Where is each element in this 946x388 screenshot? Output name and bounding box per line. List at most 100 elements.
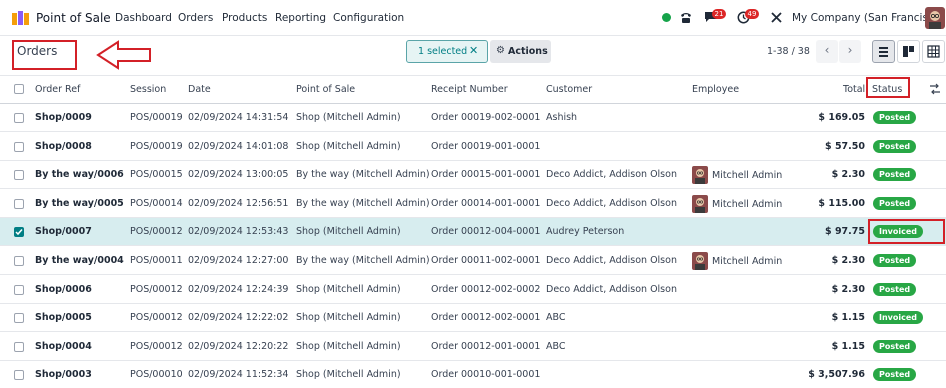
kanban-view-icon[interactable] xyxy=(897,40,920,63)
chevron-right-icon[interactable]: › xyxy=(839,40,861,63)
select-all-checkbox[interactable] xyxy=(14,84,24,94)
status-badge: Posted xyxy=(873,340,917,353)
selected-count: 1 selected xyxy=(418,46,468,57)
cell-total: $ 1.15 xyxy=(831,341,865,352)
menu-dashboard[interactable]: Dashboard xyxy=(115,12,172,24)
cell-point-of-sale: Shop (Mitchell Admin) xyxy=(296,341,401,352)
cell-total: $ 2.30 xyxy=(831,284,865,295)
col-employee[interactable]: Employee xyxy=(692,84,739,95)
activities-badge: 49 xyxy=(745,9,759,19)
cell-receipt-number: Order 00011-002-0001 xyxy=(431,255,541,266)
row-checkbox[interactable] xyxy=(14,170,24,180)
cell-session: POS/00019 xyxy=(130,141,183,152)
cell-date: 02/09/2024 14:01:08 xyxy=(188,141,289,152)
top-navbar: Point of Sale Dashboard Orders Products … xyxy=(0,0,946,36)
avatar xyxy=(692,166,708,184)
messages-badge: 21 xyxy=(712,9,726,19)
cell-receipt-number: Order 00019-001-0001 xyxy=(431,141,541,152)
cell-customer: Deco Addict, Addison Olson xyxy=(546,255,677,266)
close-icon[interactable]: ✕ xyxy=(469,44,478,57)
cell-point-of-sale: Shop (Mitchell Admin) xyxy=(296,312,401,323)
col-point-of-sale[interactable]: Point of Sale xyxy=(296,84,355,95)
cell-receipt-number: Order 00012-001-0001 xyxy=(431,341,541,352)
row-checkbox[interactable] xyxy=(14,256,24,266)
col-customer[interactable]: Customer xyxy=(546,84,592,95)
row-checkbox[interactable] xyxy=(14,370,24,380)
annotation-arrow-icon xyxy=(96,40,151,70)
cell-date: 02/09/2024 12:27:00 xyxy=(188,255,289,266)
cell-session: POS/00010 xyxy=(130,369,183,380)
phone-icon[interactable] xyxy=(679,10,693,24)
cell-total: $ 3,507.96 xyxy=(808,369,865,380)
row-checkbox[interactable] xyxy=(14,313,24,323)
page-title: Orders xyxy=(17,44,58,58)
cell-receipt-number: Order 00014-001-0001 xyxy=(431,198,541,209)
row-checkbox[interactable] xyxy=(14,142,24,152)
menu-orders[interactable]: Orders xyxy=(178,12,213,24)
app-name[interactable]: Point of Sale xyxy=(36,11,111,25)
tools-icon[interactable] xyxy=(770,11,783,24)
cell-employee: Mitchell Admin xyxy=(712,170,783,181)
col-total[interactable]: Total xyxy=(843,84,865,95)
gear-icon: ⚙ xyxy=(496,45,505,56)
avatar xyxy=(692,252,708,270)
cell-session: POS/00015 xyxy=(130,169,183,180)
menu-configuration[interactable]: Configuration xyxy=(333,12,404,24)
row-checkbox[interactable] xyxy=(14,227,24,237)
cell-order-ref: By the way/0004 xyxy=(35,255,124,266)
cell-order-ref: Shop/0007 xyxy=(35,226,92,237)
cell-point-of-sale: By the way (Mitchell Admin) xyxy=(296,169,430,180)
cell-total: $ 57.50 xyxy=(825,141,865,152)
col-order-ref[interactable]: Order Ref xyxy=(35,84,80,95)
cell-order-ref: Shop/0009 xyxy=(35,112,92,123)
cell-customer: Audrey Peterson xyxy=(546,226,625,237)
cell-session: POS/00012 xyxy=(130,312,183,323)
row-checkbox[interactable] xyxy=(14,113,24,123)
cell-date: 02/09/2024 14:31:54 xyxy=(188,112,289,123)
menu-reporting[interactable]: Reporting xyxy=(275,12,326,24)
row-checkbox[interactable] xyxy=(14,285,24,295)
row-checkbox[interactable] xyxy=(14,342,24,352)
status-badge: Posted xyxy=(873,111,917,124)
cell-total: $ 2.30 xyxy=(831,255,865,266)
cell-customer: Deco Addict, Addison Olson xyxy=(546,198,677,209)
pivot-view-icon[interactable] xyxy=(922,40,945,63)
pager-value[interactable]: 1-38 / 38 xyxy=(767,46,810,57)
cell-receipt-number: Order 00019-002-0001 xyxy=(431,112,541,123)
cell-total: $ 2.30 xyxy=(831,169,865,180)
cell-session: POS/00012 xyxy=(130,284,183,295)
cell-customer: ABC xyxy=(546,341,566,352)
menu-products[interactable]: Products xyxy=(222,12,267,24)
cell-order-ref: Shop/0006 xyxy=(35,284,92,295)
cell-total: $ 169.05 xyxy=(818,112,865,123)
user-avatar[interactable] xyxy=(925,7,945,29)
company-switcher[interactable]: My Company (San Francisco) xyxy=(792,12,944,24)
cell-customer: Ashish xyxy=(546,112,578,123)
status-badge: Posted xyxy=(873,168,917,181)
invoiced-annotation-box xyxy=(868,219,945,244)
col-date[interactable]: Date xyxy=(188,84,211,95)
cell-point-of-sale: Shop (Mitchell Admin) xyxy=(296,141,401,152)
cell-receipt-number: Order 00012-002-0001 xyxy=(431,312,541,323)
col-session[interactable]: Session xyxy=(130,84,166,95)
column-settings-icon[interactable] xyxy=(929,83,941,95)
cell-total: $ 97.75 xyxy=(825,226,865,237)
cell-date: 02/09/2024 12:56:51 xyxy=(188,198,289,209)
col-receipt-number[interactable]: Receipt Number xyxy=(431,84,508,95)
status-badge: Posted xyxy=(873,197,917,210)
cell-order-ref: Shop/0004 xyxy=(35,341,92,352)
status-badge: Invoiced xyxy=(873,311,924,324)
cell-order-ref: Shop/0003 xyxy=(35,369,92,380)
app-icon[interactable] xyxy=(12,11,30,25)
cell-point-of-sale: By the way (Mitchell Admin) xyxy=(296,255,430,266)
cell-date: 02/09/2024 12:22:02 xyxy=(188,312,289,323)
cell-order-ref: Shop/0008 xyxy=(35,141,92,152)
status-badge: Posted xyxy=(873,368,917,381)
checkmark-icon xyxy=(15,229,23,236)
list-view-icon[interactable] xyxy=(872,40,895,63)
actions-label: Actions xyxy=(508,46,548,57)
cell-date: 02/09/2024 12:20:22 xyxy=(188,341,289,352)
cell-customer: Deco Addict, Addison Olson xyxy=(546,169,677,180)
chevron-left-icon[interactable]: ‹ xyxy=(816,40,838,63)
row-checkbox[interactable] xyxy=(14,199,24,209)
